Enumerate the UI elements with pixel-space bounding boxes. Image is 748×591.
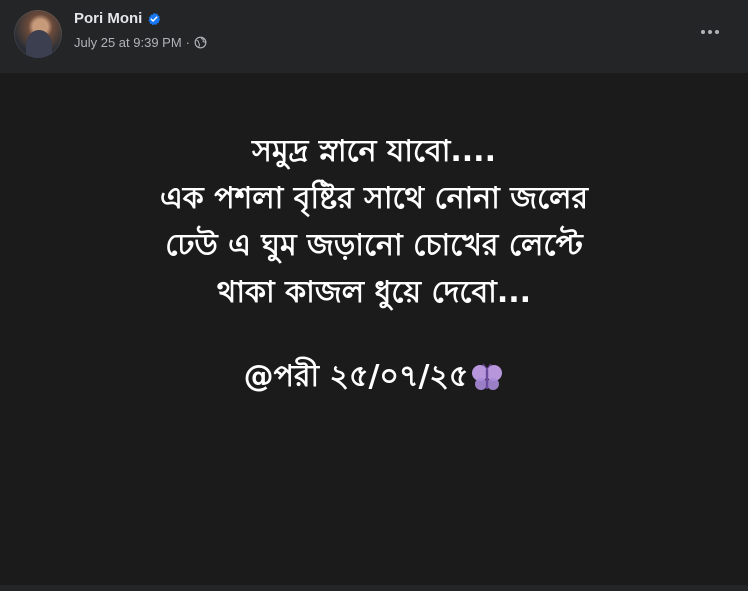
post-text: সমুদ্র স্নানে যাবো.... এক পশলা বৃষ্টির স… [0, 128, 748, 316]
post-text-line: ঢেউ এ ঘুম জড়ানো চোখের লেপ্টে [165, 228, 583, 263]
facebook-post: Pori Moni July 25 at 9:39 PM · সমুদ্র স্… [0, 0, 748, 591]
author-name[interactable]: Pori Moni [74, 10, 142, 27]
post-header: Pori Moni July 25 at 9:39 PM · [0, 0, 748, 72]
post-text-line: থাকা কাজল ধুয়ে দেবো... [216, 275, 532, 310]
more-options-icon [701, 30, 705, 34]
post-footer-edge [0, 585, 748, 591]
signature-text: @পরী ২৫/০৭/২৫ [243, 359, 469, 394]
post-text-line: সমুদ্র স্নানে যাবো.... [252, 134, 496, 169]
post-text-line: এক পশলা বৃষ্টির সাথে নোনা জলের [159, 181, 589, 216]
butterfly-icon [472, 363, 503, 390]
post-timestamp[interactable]: July 25 at 9:39 PM [74, 35, 182, 50]
more-options-button[interactable] [692, 14, 728, 50]
author-row: Pori Moni [74, 10, 161, 27]
more-options-icon-dot [715, 30, 719, 34]
meta-separator: · [185, 35, 191, 50]
globe-icon[interactable] [194, 36, 207, 49]
avatar-figure [26, 30, 52, 58]
author-avatar[interactable] [14, 10, 62, 58]
verified-badge-icon [148, 12, 161, 25]
post-signature: @পরী ২৫/০৭/২৫ [0, 352, 748, 403]
post-meta: July 25 at 9:39 PM · [74, 35, 207, 50]
more-options-icon-dot [708, 30, 712, 34]
